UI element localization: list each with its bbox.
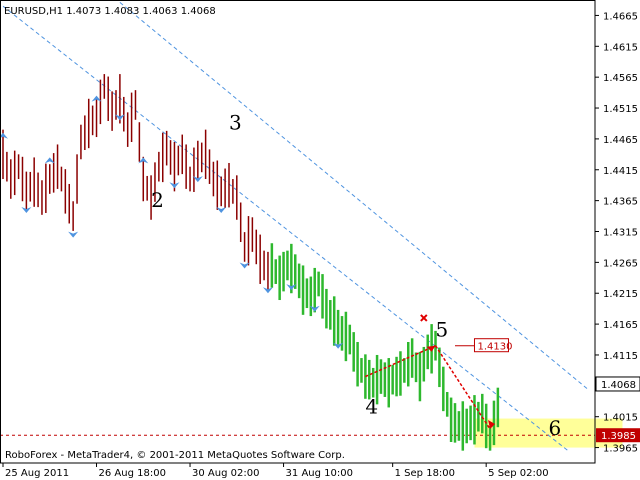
y-tick-label: 1.4465 bbox=[603, 135, 638, 146]
x-tick-label: 30 Aug 02:00 bbox=[192, 468, 259, 479]
y-tick-label: 1.4015 bbox=[603, 413, 638, 424]
symbol-header: EURUSD,H1 1.4073 1.4083 1.4063 1.4068 bbox=[4, 6, 216, 17]
wave-label-4: 4 bbox=[365, 395, 378, 419]
y-tick-label: 1.4315 bbox=[603, 228, 638, 239]
y-tick-label: 1.3965 bbox=[603, 444, 638, 455]
x-tick-label: 26 Aug 18:00 bbox=[99, 468, 166, 479]
marked-level-label: 1.4130 bbox=[477, 342, 512, 353]
y-tick-label: 1.4515 bbox=[603, 104, 638, 115]
chart-canvas: 1.4130 2 3 4 5 6 1.4665 1.4615 1.4565 1.4515 1.4… bbox=[0, 0, 640, 480]
x-tick-label: 1 Sep 18:00 bbox=[395, 468, 455, 479]
chart: 1.4130 2 3 4 5 6 1.4665 1.4615 1.4565 1.4515 1.4… bbox=[0, 0, 640, 480]
y-tick-label: 1.4215 bbox=[603, 289, 638, 300]
wave-label-6: 6 bbox=[549, 416, 562, 440]
y-tick-label: 1.4115 bbox=[603, 351, 638, 362]
y-tick-label: 1.4665 bbox=[603, 11, 638, 22]
wave-label-3: 3 bbox=[229, 111, 242, 135]
y-tick-label: 1.4415 bbox=[603, 166, 638, 177]
y-tick-label: 1.4265 bbox=[603, 258, 638, 269]
chart-background bbox=[0, 0, 640, 480]
wave-label-5: 5 bbox=[436, 317, 449, 341]
y-tick-label: 1.4165 bbox=[603, 320, 638, 331]
y-tick-label: 1.4565 bbox=[603, 73, 638, 84]
x-tick-label: 25 Aug 2011 bbox=[5, 468, 69, 479]
wave-label-2: 2 bbox=[151, 188, 164, 212]
copyright-text: RoboForex - MetaTrader4, © 2001-2011 Met… bbox=[5, 450, 345, 461]
y-tick-label: 1.4615 bbox=[603, 42, 638, 53]
current-price-label: 1.4068 bbox=[601, 380, 636, 391]
x-tick-label: 5 Sep 02:00 bbox=[488, 468, 548, 479]
target-price-label: 1.3985 bbox=[601, 431, 636, 442]
y-tick-label: 1.4365 bbox=[603, 197, 638, 208]
x-tick-label: 31 Aug 10:00 bbox=[286, 468, 353, 479]
